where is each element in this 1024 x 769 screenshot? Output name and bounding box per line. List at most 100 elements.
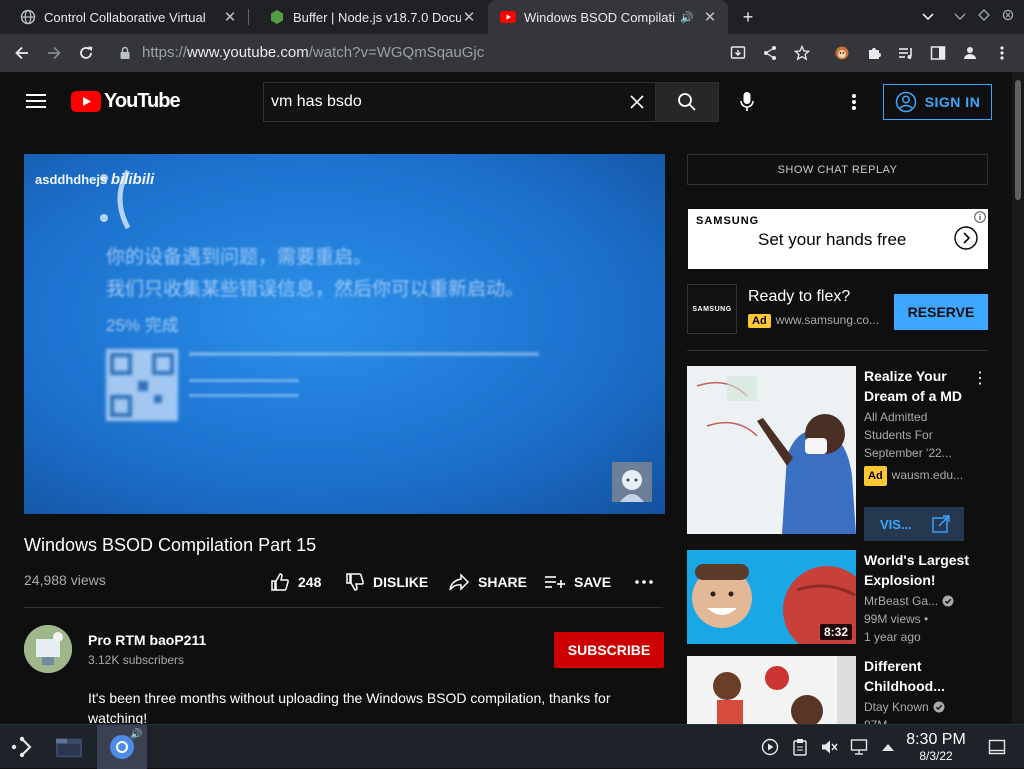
rec-channel: Dtay Known bbox=[864, 700, 929, 714]
url-host: www.youtube.com bbox=[187, 44, 309, 61]
sign-in-button[interactable]: SIGN IN bbox=[883, 84, 992, 120]
clipboard-icon[interactable] bbox=[791, 738, 809, 756]
video-thumbnail[interactable] bbox=[687, 366, 856, 534]
close-tab-icon[interactable]: ✕ bbox=[222, 8, 238, 26]
share-arrow-icon bbox=[449, 573, 470, 591]
video-description: It's been three months without uploading… bbox=[88, 690, 611, 726]
rec-title-line1: Realize Your bbox=[864, 368, 947, 384]
rec-age: 1 year ago bbox=[864, 630, 921, 644]
recommended-video[interactable]: 8:32 World's Largest Explosion! MrBeast … bbox=[687, 550, 1012, 644]
scrollbar-thumb[interactable] bbox=[1015, 80, 1021, 200]
audio-playing-icon[interactable]: 🔊 bbox=[680, 11, 696, 24]
tab-search-chevron-icon[interactable] bbox=[918, 7, 938, 27]
clock-time: 8:30 PM bbox=[906, 731, 966, 748]
app-launcher-icon[interactable] bbox=[8, 733, 36, 761]
close-window-icon[interactable] bbox=[998, 7, 1018, 27]
more-actions-icon[interactable] bbox=[635, 570, 653, 594]
globe-icon bbox=[20, 9, 36, 25]
recommended-video[interactable]: Realize Your Dream of a MD All Admitted … bbox=[687, 366, 1012, 541]
video-options-icon[interactable]: ⋮ bbox=[972, 368, 988, 388]
clear-search-icon[interactable] bbox=[629, 94, 645, 110]
channel-avatar[interactable] bbox=[24, 625, 72, 673]
recommended-video[interactable]: Different Childhood... Dtay Known 87M... bbox=[687, 656, 1012, 724]
os-taskbar: 🔊 8:30 PM 8/3/22 bbox=[0, 724, 1024, 769]
video-watermark: asddhdhejs bbox=[35, 172, 108, 187]
show-desktop-icon[interactable] bbox=[988, 738, 1006, 756]
url-scheme: https:// bbox=[142, 44, 188, 61]
samsung-promoted-ad[interactable]: SAMSUNG Ready to flex? Ad www.samsung.co.… bbox=[687, 284, 988, 340]
youtube-logo[interactable]: YouTube bbox=[71, 90, 181, 113]
share-icon[interactable] bbox=[760, 43, 780, 63]
sign-in-label: SIGN IN bbox=[924, 94, 981, 110]
tray-expand-icon[interactable] bbox=[879, 738, 897, 756]
share-button[interactable]: SHARE bbox=[448, 570, 527, 594]
close-tab-icon[interactable]: ✕ bbox=[461, 8, 477, 26]
dislike-button[interactable]: DISLIKE bbox=[345, 570, 428, 594]
dislike-label: DISLIKE bbox=[373, 574, 429, 590]
bsod-message-line2: 我们只收集某些错误信息，然后你可以重新启动。 bbox=[106, 279, 525, 300]
file-manager-icon[interactable] bbox=[55, 733, 83, 761]
side-panel-icon[interactable] bbox=[928, 43, 948, 63]
browser-tab-strip: Control Collaborative Virtual ✕ Buffer |… bbox=[0, 0, 1024, 34]
search-button[interactable] bbox=[655, 82, 719, 122]
youtube-logo-text: YouTube bbox=[104, 90, 181, 112]
chevron-right-circle-icon[interactable] bbox=[954, 226, 978, 250]
hamburger-menu-icon[interactable] bbox=[26, 93, 46, 109]
network-icon[interactable] bbox=[850, 738, 868, 756]
maximize-icon[interactable] bbox=[974, 7, 994, 27]
channel-name[interactable]: Pro RTM baoP211 bbox=[88, 632, 206, 648]
video-thumbnail[interactable]: 8:32 bbox=[687, 550, 856, 644]
system-clock[interactable]: 8:30 PM 8/3/22 bbox=[900, 731, 972, 764]
save-button[interactable]: SAVE bbox=[544, 570, 611, 594]
like-button[interactable]: 248 bbox=[270, 570, 321, 594]
like-count: 248 bbox=[298, 574, 322, 590]
tab-youtube-active[interactable]: Windows BSOD Compilati 🔊 ✕ bbox=[488, 0, 728, 34]
minimize-icon[interactable] bbox=[950, 7, 970, 27]
forward-icon[interactable] bbox=[44, 43, 64, 63]
video-thumbnail[interactable] bbox=[687, 656, 856, 724]
show-chat-replay-button[interactable]: SHOW CHAT REPLAY bbox=[687, 154, 988, 185]
rec-meta-line2: Students For bbox=[864, 428, 933, 442]
verified-check-icon bbox=[933, 701, 945, 713]
tab-nodejs-buffer[interactable]: Buffer | Node.js v18.7.0 Docu ✕ bbox=[249, 0, 487, 34]
page-scrollbar[interactable] bbox=[1012, 72, 1024, 724]
clock-date: 8/3/22 bbox=[919, 749, 953, 763]
subscribe-button[interactable]: SUBSCRIBE bbox=[554, 632, 664, 668]
ad-badge: Ad bbox=[748, 314, 771, 328]
extensions-puzzle-icon[interactable] bbox=[864, 43, 884, 63]
bsod-progress: 25% 完成 bbox=[106, 316, 179, 335]
media-play-icon[interactable] bbox=[761, 738, 779, 756]
lock-icon[interactable] bbox=[115, 43, 135, 63]
account-circle-icon bbox=[895, 91, 916, 113]
browser-menu-icon[interactable] bbox=[992, 43, 1012, 63]
banner-brand: SAMSUNG bbox=[696, 215, 760, 227]
uploader-avatar-overlay bbox=[612, 462, 652, 502]
search-input[interactable]: vm has bsdo bbox=[263, 82, 656, 122]
bookmark-star-icon[interactable] bbox=[792, 43, 812, 63]
reserve-button[interactable]: RESERVE bbox=[894, 294, 988, 330]
ad-info-icon[interactable] bbox=[974, 210, 986, 223]
address-bar[interactable]: https://www.youtube.com/watch?v=WGQmSqau… bbox=[142, 39, 742, 67]
visit-site-button[interactable]: VIS... bbox=[864, 507, 964, 541]
advertiser-logo: SAMSUNG bbox=[687, 284, 737, 334]
rec-meta-line1: All Admitted bbox=[864, 410, 928, 424]
new-tab-icon[interactable]: + bbox=[738, 7, 758, 27]
rec-channel: MrBeast Ga... bbox=[864, 594, 939, 608]
video-player[interactable]: asddhdhejs bilibili 你的设备遇到问题，需要重启。 我们只收集… bbox=[24, 154, 665, 514]
tab-control-collaborative[interactable]: Control Collaborative Virtual ✕ bbox=[0, 0, 248, 34]
rec-title-line1: Different bbox=[864, 658, 922, 674]
ad-url: www.samsung.co... bbox=[775, 313, 880, 327]
back-icon[interactable] bbox=[12, 43, 32, 63]
settings-menu-icon[interactable] bbox=[851, 93, 857, 111]
close-tab-icon[interactable]: ✕ bbox=[702, 8, 718, 26]
youtube-logo-icon bbox=[71, 91, 101, 112]
reload-icon[interactable] bbox=[76, 43, 96, 63]
volume-muted-icon[interactable] bbox=[820, 738, 838, 756]
external-link-icon bbox=[932, 515, 950, 533]
voice-search-mic-icon[interactable] bbox=[739, 91, 755, 113]
extension-monkey-icon[interactable] bbox=[832, 43, 852, 63]
install-app-icon[interactable] bbox=[728, 43, 748, 63]
samsung-banner-ad[interactable]: SAMSUNG Set your hands free bbox=[688, 209, 988, 269]
media-queue-icon[interactable] bbox=[896, 43, 916, 63]
profile-icon[interactable] bbox=[960, 43, 980, 63]
